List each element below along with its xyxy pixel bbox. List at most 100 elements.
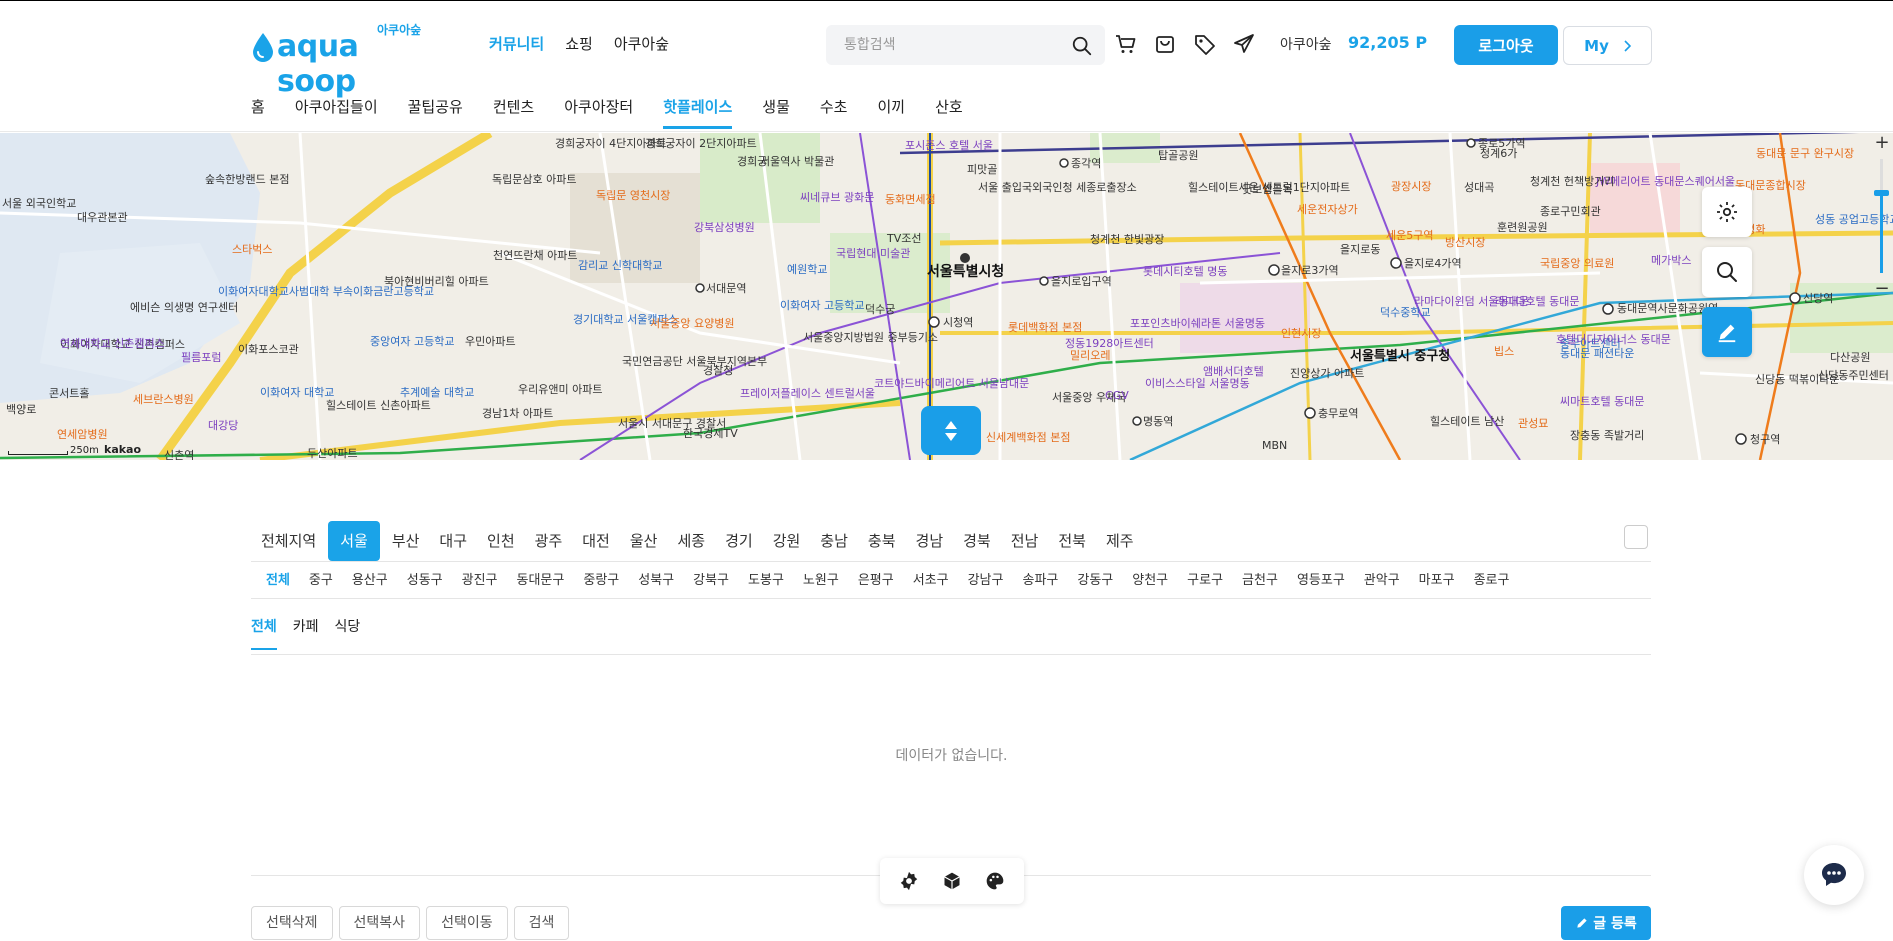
- region-tab-15[interactable]: 전남: [1001, 521, 1049, 561]
- send-icon[interactable]: [1232, 32, 1256, 56]
- map-label-poi: 코트야드바이메리어트 서울남대문: [874, 377, 1030, 390]
- shopping-bag-icon[interactable]: [1153, 32, 1177, 56]
- map-label-poi: 이화여자 고등학교: [780, 299, 865, 312]
- map-label-poi: 성대곡: [1464, 181, 1495, 194]
- bulk-action-button-3[interactable]: 검색: [513, 906, 570, 940]
- region-tab-5[interactable]: 광주: [525, 521, 573, 561]
- my-button[interactable]: My: [1563, 26, 1652, 65]
- region-tab-0[interactable]: 전체지역: [251, 521, 326, 561]
- district-tab-13[interactable]: 강남구: [967, 569, 1005, 588]
- map-label-poi: 청계천 헌책방거리: [1530, 175, 1615, 188]
- map-search-button[interactable]: [1702, 247, 1752, 297]
- district-tab-17[interactable]: 구로구: [1186, 569, 1224, 588]
- zoom-out-button[interactable]: −: [1871, 279, 1893, 301]
- category-nav-item-8[interactable]: 이끼: [877, 96, 905, 129]
- category-nav-item-4[interactable]: 아쿠아장터: [564, 96, 633, 129]
- category-nav-item-6[interactable]: 생물: [762, 96, 790, 129]
- map-expand-toggle[interactable]: [921, 406, 981, 455]
- map-label-poi: 라마다이윈덤 서울동대문: [1414, 295, 1529, 308]
- district-tab-16[interactable]: 양천구: [1131, 569, 1169, 588]
- district-tab-19[interactable]: 영등포구: [1296, 569, 1346, 588]
- map-label-poi: 을지로동: [1340, 243, 1381, 256]
- category-nav-item-7[interactable]: 수초: [820, 96, 848, 129]
- district-tab-3[interactable]: 성동구: [406, 569, 444, 588]
- map-label-poi: 동대문 패션타운: [1560, 347, 1635, 360]
- district-tab-11[interactable]: 은평구: [857, 569, 895, 588]
- bulk-action-button-0[interactable]: 선택삭제: [251, 906, 333, 940]
- district-tab-1[interactable]: 중구: [308, 569, 334, 588]
- category-nav-item-0[interactable]: 홈: [251, 96, 265, 129]
- region-tab-8[interactable]: 세종: [667, 521, 715, 561]
- region-tab-13[interactable]: 경남: [906, 521, 954, 561]
- region-tab-6[interactable]: 대전: [572, 521, 620, 561]
- district-tab-12[interactable]: 서초구: [912, 569, 950, 588]
- map-label-poi: 다산공원: [1830, 351, 1871, 364]
- region-tab-9[interactable]: 경기: [715, 521, 763, 561]
- district-tab-10[interactable]: 노원구: [802, 569, 840, 588]
- region-tab-14[interactable]: 경북: [953, 521, 1001, 561]
- chat-button[interactable]: [1804, 845, 1864, 905]
- zoom-slider-handle[interactable]: [1874, 190, 1889, 196]
- district-tab-8[interactable]: 강북구: [692, 569, 730, 588]
- chevron-right-icon: [1624, 39, 1631, 52]
- region-tab-7[interactable]: 울산: [620, 521, 668, 561]
- category-nav-item-3[interactable]: 컨텐츠: [493, 96, 534, 129]
- region-tab-3[interactable]: 대구: [429, 521, 477, 561]
- district-tab-2[interactable]: 용산구: [351, 569, 389, 588]
- map-label-station: 청구역: [1750, 433, 1781, 446]
- logout-button[interactable]: 로그아웃: [1454, 25, 1558, 65]
- district-tab-9[interactable]: 도봉구: [747, 569, 785, 588]
- category-nav-item-1[interactable]: 아쿠아집들이: [295, 96, 378, 129]
- district-tab-5[interactable]: 동대문구: [516, 569, 566, 588]
- region-tab-17[interactable]: 제주: [1096, 521, 1144, 561]
- map-write-button[interactable]: [1702, 307, 1752, 357]
- gnb-item-shopping[interactable]: 쇼핑: [565, 33, 593, 54]
- map-label-poi: 정동1928아트센터: [1065, 337, 1154, 350]
- search-icon[interactable]: [1071, 35, 1093, 57]
- map-label-poi: 앰배서더호텔: [1203, 365, 1264, 378]
- category-nav-item-2[interactable]: 꿀팁공유: [408, 96, 463, 129]
- category-nav-item-5[interactable]: 핫플레이스: [663, 96, 733, 129]
- cart-icon[interactable]: [1114, 32, 1138, 56]
- district-tab-20[interactable]: 관악구: [1363, 569, 1401, 588]
- gnb-item-community[interactable]: 커뮤니티: [489, 33, 544, 54]
- district-tab-14[interactable]: 송파구: [1021, 569, 1059, 588]
- bulk-action-button-2[interactable]: 선택이동: [426, 906, 508, 940]
- region-tab-11[interactable]: 충남: [810, 521, 858, 561]
- settings-gear-button[interactable]: [896, 868, 922, 894]
- zoom-in-button[interactable]: +: [1871, 133, 1893, 155]
- district-tab-7[interactable]: 성북구: [637, 569, 675, 588]
- gnb-item-aquasoop[interactable]: 아쿠아숲: [614, 33, 669, 54]
- map-label-poi: 덕수궁: [865, 303, 896, 316]
- district-tab-21[interactable]: 마포구: [1418, 569, 1456, 588]
- palette-button[interactable]: [982, 868, 1008, 894]
- bulk-action-button-1[interactable]: 선택복사: [338, 906, 421, 940]
- region-tab-2[interactable]: 부산: [382, 521, 430, 561]
- category-nav-item-9[interactable]: 산호: [935, 96, 963, 129]
- map-label-poi: 훈련원공원: [1497, 221, 1548, 234]
- region-tab-12[interactable]: 충북: [858, 521, 906, 561]
- search-input[interactable]: [826, 25, 1056, 65]
- district-tab-4[interactable]: 광진구: [461, 569, 499, 588]
- region-tab-1[interactable]: 서울: [328, 521, 380, 561]
- select-all-checkbox[interactable]: [1624, 525, 1648, 549]
- district-tab-0[interactable]: 전체: [251, 569, 291, 588]
- logo[interactable]: aqua soop 아쿠아숲: [251, 23, 431, 99]
- district-tab-6[interactable]: 중랑구: [582, 569, 620, 588]
- map-settings-button[interactable]: [1702, 187, 1752, 237]
- district-tab-18[interactable]: 금천구: [1241, 569, 1279, 588]
- map-view[interactable]: 서울특별시청 서울특별시 중구청 시청역 을지로입구역 을지로3가역 을지로4가…: [0, 133, 1893, 460]
- category-tab-2[interactable]: 식당: [335, 616, 361, 650]
- map-label-poi: 서울역사 박물관: [760, 155, 835, 168]
- district-tab-22[interactable]: 종로구: [1473, 569, 1511, 588]
- cube-button[interactable]: [939, 868, 965, 894]
- write-post-button[interactable]: 글 등록: [1561, 906, 1651, 940]
- region-tab-10[interactable]: 강원: [763, 521, 811, 561]
- region-tab-16[interactable]: 전북: [1048, 521, 1096, 561]
- region-tab-4[interactable]: 인천: [477, 521, 525, 561]
- category-tab-0[interactable]: 전체: [251, 616, 277, 650]
- district-tab-15[interactable]: 강동구: [1076, 569, 1114, 588]
- map-label-station: 명동역: [1143, 415, 1174, 428]
- tag-icon[interactable]: [1193, 32, 1217, 56]
- category-tab-1[interactable]: 카페: [293, 616, 319, 650]
